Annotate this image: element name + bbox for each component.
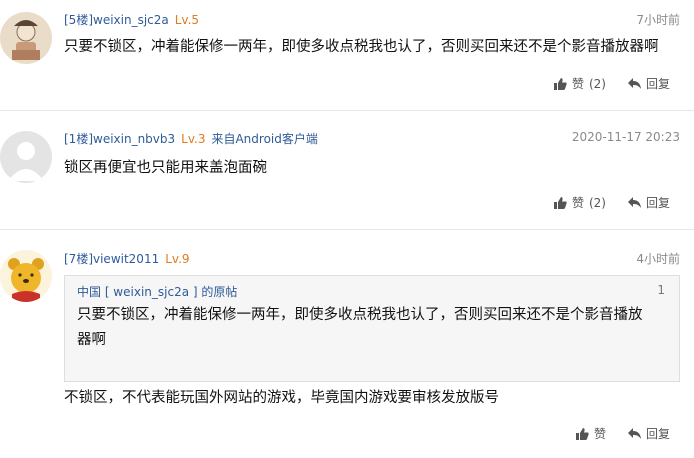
reply-label: 回复 [645,77,670,91]
thumbs-up-icon [553,196,567,209]
comment-meta: [1楼]weixin_nbvb3 Lv.3 来自Android客户端 [64,130,318,147]
like-label: 赞 [593,427,606,441]
like-button[interactable]: 赞 (2) [553,75,606,92]
comment-floor-7: [7楼]viewit2011 Lv.9 4小时前 中国 [ weixin_sjc2… [0,230,694,458]
like-button[interactable]: 赞 [575,425,606,442]
like-label: 赞 [571,77,584,91]
comment-actions: 赞 (2) 回复 [553,75,670,92]
floor-number: [1楼] [64,132,93,146]
comment-meta: [5楼]weixin_sjc2a Lv.5 [64,11,199,28]
avatar[interactable] [0,131,52,183]
like-count: (2) [588,76,606,91]
comment-actions: 赞 回复 [575,425,670,442]
like-count: (2) [588,195,606,210]
reply-arrow-icon [627,428,641,439]
comment-floor-5: [5楼]weixin_sjc2a Lv.5 7小时前 只要不锁区，冲着能保修一两年… [0,0,694,110]
comment-time: 2020-11-17 20:23 [571,130,680,144]
quote-header[interactable]: 中国 [ weixin_sjc2a ] 的原帖 [77,283,237,300]
thumbs-up-icon [575,427,589,440]
reply-arrow-icon [627,197,641,208]
comment-meta: [7楼]viewit2011 Lv.9 [64,250,190,267]
comment-text: 只要不锁区，冲着能保修一两年，即使多收点税我也认了，否则买回来还不是个影音播放器… [64,39,659,55]
avatar[interactable] [0,12,52,64]
comment-time: 4小时前 [636,252,680,266]
username-link[interactable]: viewit2011 [93,252,159,266]
comment-time: 7小时前 [636,13,680,27]
user-level-badge: Lv.3 [181,132,206,146]
reply-button[interactable]: 回复 [627,75,670,92]
user-level-badge: Lv.5 [174,13,200,27]
username-link[interactable]: weixin_nbvb3 [93,132,175,146]
reply-button[interactable]: 回复 [627,425,670,442]
like-button[interactable]: 赞 (2) [553,194,606,211]
reply-label: 回复 [645,196,670,210]
comment-actions: 赞 (2) 回复 [553,194,670,211]
client-source: 来自Android客户端 [211,132,318,146]
username-link[interactable]: weixin_sjc2a [93,13,169,27]
like-label: 赞 [571,196,584,210]
user-level-badge: Lv.9 [165,252,190,266]
comment-text: 锁区再便宜也只能用来盖泡面碗 [64,160,267,176]
quote-text: 只要不锁区，冲着能保修一两年，即使多收点税我也认了，否则买回来还不是个影音播放器… [77,307,643,348]
floor-number: [5楼] [64,13,93,27]
quote-number: 1 [657,283,665,297]
floor-number: [7楼] [64,252,93,266]
comment-floor-1: [1楼]weixin_nbvb3 Lv.3 来自Android客户端 2020-11… [0,111,694,229]
thumbs-up-icon [553,77,567,90]
avatar[interactable] [0,250,52,302]
reply-arrow-icon [627,78,641,89]
reply-label: 回复 [645,427,670,441]
quoted-post: 中国 [ weixin_sjc2a ] 的原帖 1 只要不锁区，冲着能保修一两年… [64,275,680,382]
reply-button[interactable]: 回复 [627,194,670,211]
comment-text: 不锁区，不代表能玩国外网站的游戏，毕竟国内游戏要审核发放版号 [64,390,499,406]
